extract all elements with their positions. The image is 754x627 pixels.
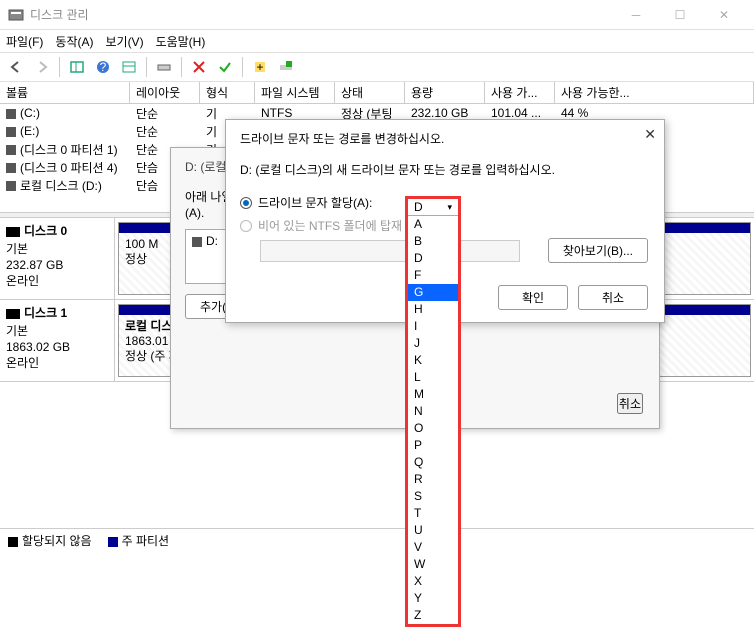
legend-unalloc-icon [8,537,18,547]
dropdown-item[interactable]: K [408,352,458,369]
option-assign-label: 드라이브 문자 할당(A): [258,194,372,211]
window-title: 디스크 관리 [30,6,614,23]
titlebar: 디스크 관리 ─ ☐ ✕ [0,0,754,30]
drive-icon[interactable] [152,55,176,79]
col-volume[interactable]: 볼륨 [0,82,130,103]
minimize-button[interactable]: ─ [614,1,658,29]
menu-view[interactable]: 보기(V) [105,33,143,50]
new-icon[interactable]: + [248,55,272,79]
dropdown-item[interactable]: R [408,471,458,488]
dropdown-item[interactable]: B [408,233,458,250]
col-cap[interactable]: 용량 [405,82,485,103]
dropdown-item[interactable]: L [408,369,458,386]
legend-primary-icon [108,537,118,547]
cancel-button[interactable]: 취소 [617,393,643,414]
col-free[interactable]: 사용 가... [485,82,555,103]
delete-icon[interactable] [187,55,211,79]
check-icon[interactable] [213,55,237,79]
toolbar: ? + [0,52,754,82]
dropdown-item[interactable]: V [408,539,458,556]
dropdown-item[interactable]: T [408,505,458,522]
list-item: D: [206,234,218,248]
dropdown-item[interactable]: O [408,420,458,437]
svg-text:+: + [256,60,263,74]
dropdown-item[interactable]: D [408,250,458,267]
drive-letter-dropdown[interactable]: D▾ ABDFGHIJKLMNOPQRSTUVWXYZ [405,196,461,627]
cancel-button[interactable]: 취소 [578,285,648,310]
mount-path-input [260,240,520,262]
option-mount-label: 비어 있는 NTFS 폴더에 탑재 [258,217,402,234]
dropdown-item[interactable]: A [408,216,458,233]
col-status[interactable]: 상태 [335,82,405,103]
action-icon[interactable] [274,55,298,79]
dropdown-item[interactable]: G [408,284,458,301]
dropdown-item[interactable]: H [408,301,458,318]
dropdown-item[interactable]: W [408,556,458,573]
dropdown-item[interactable]: P [408,437,458,454]
ok-button[interactable]: 확인 [498,285,568,310]
dialog2-message: D: (로컬 디스크)의 새 드라이브 문자 또는 경로를 입력하십시오. [240,161,650,178]
dropdown-item[interactable]: J [408,335,458,352]
legend-unalloc: 할당되지 않음 [22,534,92,548]
svg-text:?: ? [100,60,107,74]
col-type[interactable]: 형식 [200,82,255,103]
dropdown-item[interactable]: N [408,403,458,420]
dropdown-header[interactable]: D▾ [408,199,458,216]
maximize-button[interactable]: ☐ [658,1,702,29]
dialog2-close-icon[interactable]: ✕ [644,126,656,143]
close-button[interactable]: ✕ [702,1,746,29]
drive-icon [192,237,202,247]
dropdown-item[interactable]: F [408,267,458,284]
app-icon [8,7,24,23]
col-pct[interactable]: 사용 가능한... [555,82,754,103]
menu-help[interactable]: 도움말(H) [156,33,206,50]
dropdown-item[interactable]: X [408,573,458,590]
col-layout[interactable]: 레이아웃 [130,82,200,103]
col-fs[interactable]: 파일 시스템 [255,82,335,103]
dropdown-item[interactable]: S [408,488,458,505]
chevron-down-icon: ▾ [447,202,452,213]
panel-icon[interactable] [65,55,89,79]
list-icon[interactable] [117,55,141,79]
forward-icon[interactable] [30,55,54,79]
menu-file[interactable]: 파일(F) [6,33,43,50]
menubar: 파일(F) 동작(A) 보기(V) 도움말(H) [0,30,754,52]
back-icon[interactable] [4,55,28,79]
dropdown-item[interactable]: Q [408,454,458,471]
dropdown-item[interactable]: Z [408,607,458,624]
volume-grid-header: 볼륨 레이아웃 형식 파일 시스템 상태 용량 사용 가... 사용 가능한..… [0,82,754,104]
help-icon[interactable]: ? [91,55,115,79]
dropdown-item[interactable]: M [408,386,458,403]
dropdown-item[interactable]: Y [408,590,458,607]
radio-icon [240,220,252,232]
radio-icon [240,197,252,209]
menu-action[interactable]: 동작(A) [55,33,93,50]
legend-primary: 주 파티션 [122,534,170,548]
browse-button[interactable]: 찾아보기(B)... [548,238,648,263]
legend: 할당되지 않음 주 파티션 [0,528,754,552]
dropdown-item[interactable]: U [408,522,458,539]
dropdown-item[interactable]: I [408,318,458,335]
dialog2-title: 드라이브 문자 또는 경로를 변경하십시오. [240,130,650,147]
